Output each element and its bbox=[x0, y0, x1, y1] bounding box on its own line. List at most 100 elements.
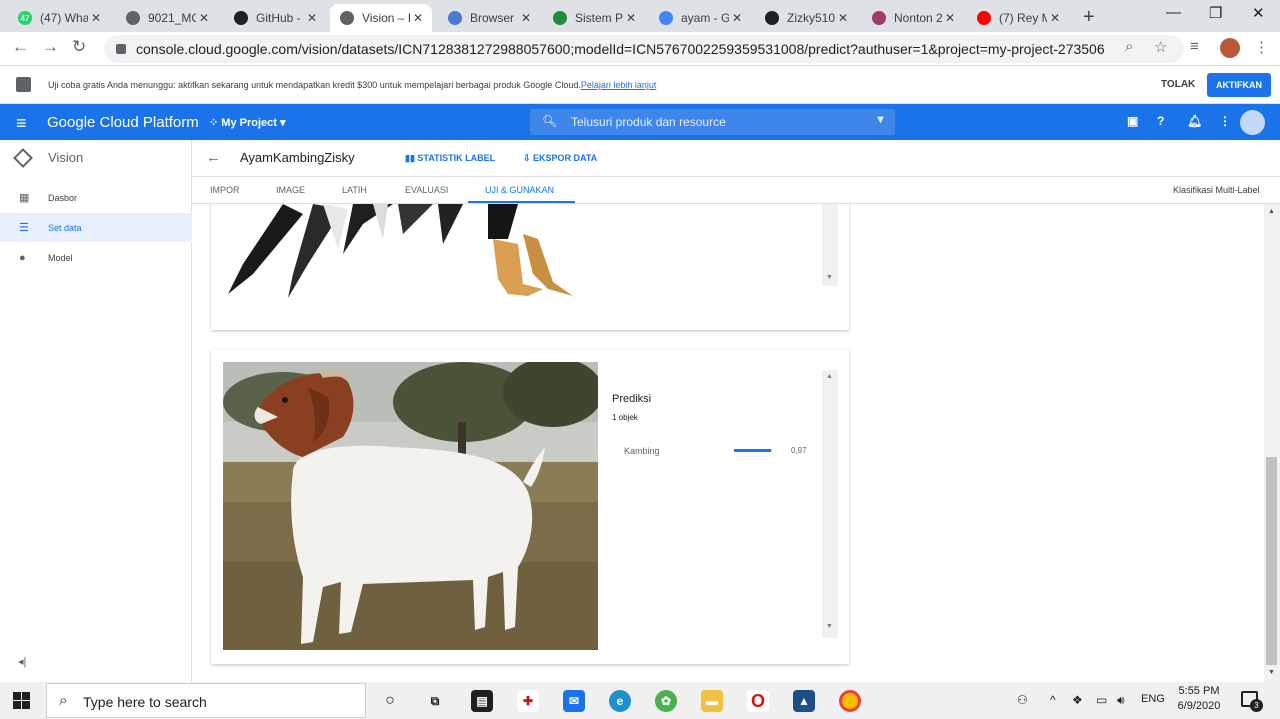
close-tab-icon[interactable]: ✕ bbox=[729, 11, 745, 25]
cortana-icon[interactable]: ○ bbox=[379, 690, 401, 712]
browser-tab[interactable]: Nonton 2 ✕ bbox=[862, 4, 964, 32]
chrome-menu-icon[interactable]: ⋮ bbox=[1254, 38, 1269, 56]
help-icon[interactable]: ? bbox=[1157, 114, 1164, 128]
search-input[interactable]: 🔍︎ Telusuri produk dan resource ▼ bbox=[530, 109, 895, 135]
browser-tab-strip: 47 (47) Wha ✕ 9021_MC ✕ GitHub - ✕ Vision – I ✕ B… bbox=[0, 0, 1280, 32]
sidebar-item-model[interactable]: ● Model bbox=[0, 243, 192, 272]
opera-icon[interactable]: O bbox=[747, 690, 769, 712]
browser-tab-label: GitHub - bbox=[256, 11, 301, 25]
dataset-header: ← AyamKambingZisky ▮▮ STATISTIK LABEL ⇩ … bbox=[192, 140, 1280, 177]
activate-button[interactable]: AKTIFKAN bbox=[1207, 73, 1271, 97]
more-options-icon[interactable]: ⋮ bbox=[1219, 114, 1231, 128]
browser-tab[interactable]: 47 (47) Wha ✕ bbox=[8, 4, 110, 32]
language-indicator[interactable]: ENG bbox=[1141, 693, 1165, 705]
new-tab-button[interactable]: + bbox=[1083, 6, 1095, 29]
photos-icon[interactable]: ▲ bbox=[793, 690, 815, 712]
reading-list-icon[interactable]: ≡ bbox=[1190, 38, 1199, 55]
task-view-icon[interactable]: ⧉ bbox=[424, 690, 446, 712]
google-icon bbox=[659, 11, 673, 25]
prediction-card: ▼ bbox=[211, 204, 849, 330]
windows-taskbar: ⌕ Type here to search ○ ⧉ ▤ ✚ ✉ e ✿ ▬ O … bbox=[0, 682, 1280, 719]
windows-start-icon[interactable] bbox=[13, 692, 30, 709]
dropbox-icon[interactable]: ❖ bbox=[1072, 693, 1083, 707]
tab-impor[interactable]: IMPOR bbox=[210, 185, 240, 195]
profile-avatar[interactable] bbox=[1220, 38, 1240, 58]
tray-chevron-icon[interactable]: ^ bbox=[1050, 693, 1056, 707]
account-avatar[interactable] bbox=[1240, 110, 1265, 135]
close-tab-icon[interactable]: ✕ bbox=[835, 11, 851, 25]
browser-tab[interactable]: Vision – I ✕ bbox=[330, 4, 432, 32]
people-icon[interactable]: ⚇ bbox=[1017, 693, 1028, 707]
sidebar-item-set-data[interactable]: ☰ Set data bbox=[0, 213, 192, 242]
project-selector[interactable]: ⁘ My Project ▾ bbox=[209, 116, 286, 129]
forward-icon[interactable]: → bbox=[42, 37, 59, 57]
collapse-sidebar-icon[interactable]: ◂| bbox=[18, 655, 26, 668]
label-stats-button[interactable]: ▮▮ STATISTIK LABEL bbox=[405, 153, 495, 164]
app-title[interactable]: Google Cloud Platform bbox=[47, 114, 199, 131]
export-data-button[interactable]: ⇩ EKSPOR DATA bbox=[523, 153, 597, 164]
notification-count: 3 bbox=[1250, 699, 1263, 712]
minimize-button[interactable]: — bbox=[1166, 4, 1181, 21]
tab-uji-gunakan[interactable]: UJI & GUNAKAN bbox=[485, 185, 554, 195]
tab-evaluasi[interactable]: EVALUASI bbox=[405, 185, 448, 195]
dismiss-button[interactable]: TOLAK bbox=[1161, 79, 1195, 90]
close-tab-icon[interactable]: ✕ bbox=[410, 11, 426, 25]
sidebar-item-dasbor[interactable]: ▦ Dasbor bbox=[0, 183, 192, 212]
browser-tab[interactable]: ayam - G ✕ bbox=[649, 4, 751, 32]
browser-tab[interactable]: Zizky510 ✕ bbox=[755, 4, 857, 32]
bookmark-star-icon[interactable]: ☆ bbox=[1154, 38, 1167, 56]
tab-latih[interactable]: LATIH bbox=[342, 185, 367, 195]
close-tab-icon[interactable]: ✕ bbox=[518, 11, 534, 25]
zoom-icon[interactable]: ⌕ bbox=[1125, 38, 1133, 55]
close-tab-icon[interactable]: ✕ bbox=[942, 11, 958, 25]
gift-app-icon[interactable]: ✚ bbox=[517, 690, 539, 712]
close-tab-icon[interactable]: ✕ bbox=[196, 11, 212, 25]
close-tab-icon[interactable]: ✕ bbox=[304, 11, 320, 25]
search-icon: 🔍︎ bbox=[542, 114, 558, 128]
browser-tab[interactable]: GitHub - ✕ bbox=[224, 4, 326, 32]
edge-icon[interactable]: e bbox=[609, 690, 631, 712]
close-tab-icon[interactable]: ✕ bbox=[1047, 11, 1063, 25]
whatsapp-icon: 47 bbox=[18, 11, 32, 25]
battery-icon[interactable]: ▭ bbox=[1096, 693, 1107, 707]
classroom-icon bbox=[553, 11, 567, 25]
page-scrollbar[interactable]: ▲ ▼ bbox=[1264, 204, 1280, 682]
chrome-icon[interactable] bbox=[839, 690, 861, 712]
clock[interactable]: 5:55 PM 6/9/2020 bbox=[1175, 685, 1223, 712]
prediction-label: Kambing bbox=[624, 446, 660, 456]
menu-icon[interactable]: ≡ bbox=[16, 113, 27, 134]
goat-image bbox=[223, 362, 598, 650]
reload-icon[interactable]: ↻ bbox=[72, 37, 86, 57]
close-window-button[interactable]: ✕ bbox=[1252, 4, 1265, 22]
site-icon bbox=[872, 11, 886, 25]
card-scrollbar[interactable]: ▲ ▼ bbox=[822, 370, 838, 638]
browser-tab[interactable]: Sistem Pe✕ bbox=[543, 4, 645, 32]
address-bar: ← → ↻ console.cloud.google.com/vision/da… bbox=[0, 32, 1280, 66]
browser-tab[interactable]: (7) Rey M ✕ bbox=[967, 4, 1069, 32]
close-tab-icon[interactable]: ✕ bbox=[88, 11, 104, 25]
file-explorer-icon[interactable]: ▬ bbox=[701, 690, 723, 712]
browser-tab-label: ayam - G bbox=[681, 11, 729, 25]
sidebar-item-label: Model bbox=[48, 252, 73, 263]
browser-tab[interactable]: 9021_MC ✕ bbox=[116, 4, 218, 32]
browser-tab[interactable]: Browser ✕ bbox=[438, 4, 540, 32]
close-tab-icon[interactable]: ✕ bbox=[623, 11, 639, 25]
volume-icon[interactable]: 🔊︎ bbox=[1117, 693, 1125, 708]
mail-icon[interactable]: ✉ bbox=[563, 690, 585, 712]
taskbar-search-input[interactable]: ⌕ Type here to search bbox=[46, 683, 366, 718]
cloud-shell-icon[interactable]: ▣ bbox=[1127, 114, 1138, 128]
tab-image[interactable]: IMAGE bbox=[276, 185, 305, 195]
browser-tab-label: (47) Wha bbox=[40, 11, 88, 25]
url-field[interactable]: console.cloud.google.com/vision/datasets… bbox=[104, 35, 1184, 63]
app-icon[interactable]: ✿ bbox=[655, 690, 677, 712]
back-arrow-icon[interactable]: ← bbox=[206, 149, 221, 166]
youtube-icon bbox=[977, 11, 991, 25]
scrollbar-thumb[interactable] bbox=[1266, 457, 1277, 665]
restore-button[interactable]: ❐ bbox=[1209, 4, 1222, 22]
card-scrollbar[interactable]: ▼ bbox=[822, 204, 838, 286]
notifications-icon[interactable]: 🔔︎ bbox=[1187, 114, 1202, 128]
store-icon[interactable]: ▤ bbox=[471, 690, 493, 712]
chevron-down-icon[interactable]: ▼ bbox=[875, 114, 886, 126]
learn-more-link[interactable]: Pelajari lebih lanjut bbox=[581, 80, 657, 90]
back-icon[interactable]: ← bbox=[12, 37, 29, 57]
